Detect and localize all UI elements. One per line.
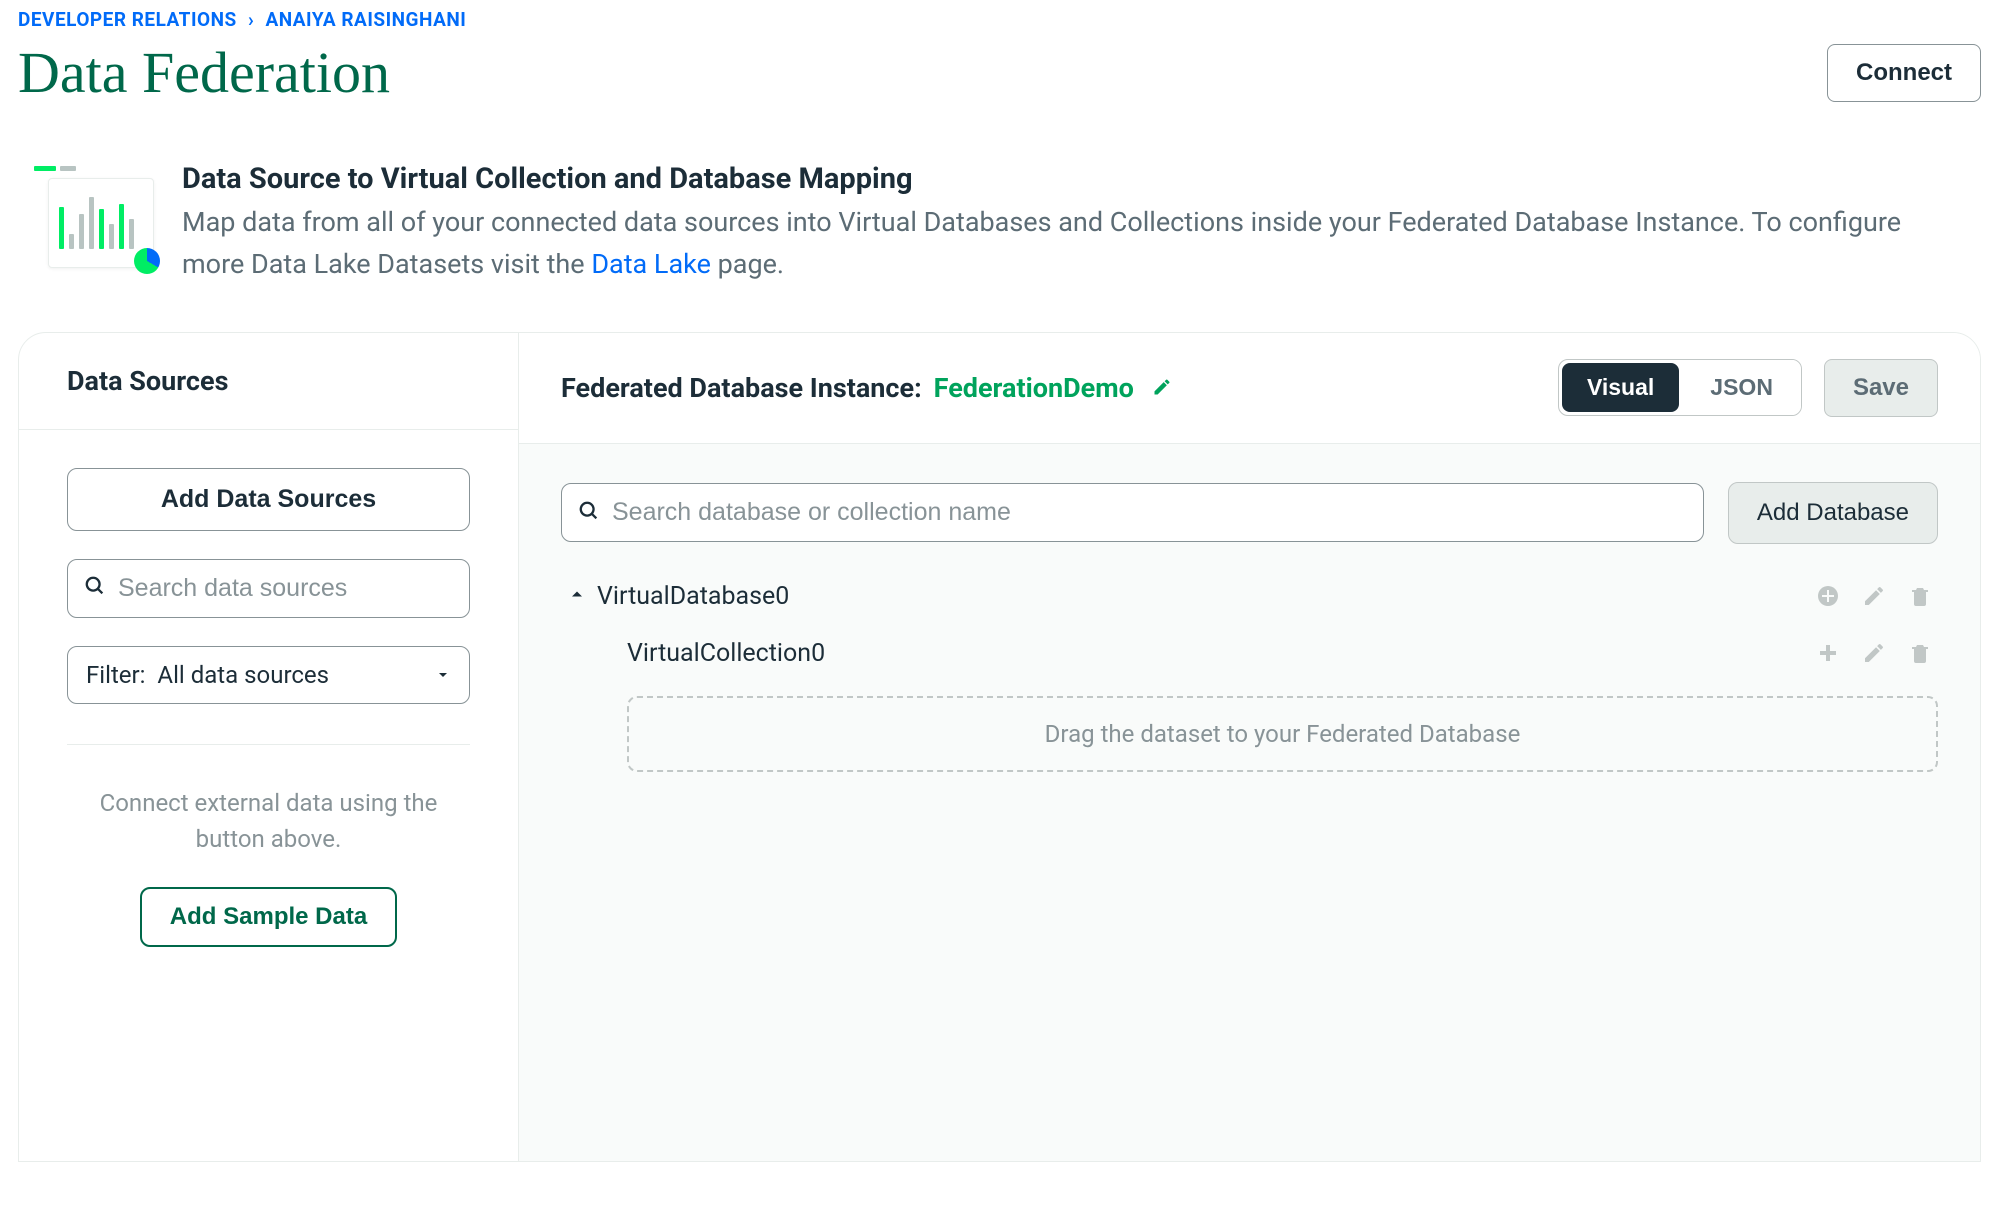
tab-json[interactable]: JSON <box>1682 360 1801 415</box>
search-icon <box>578 500 600 526</box>
caret-down-icon <box>435 661 451 689</box>
search-db-collection-field[interactable] <box>561 483 1704 542</box>
search-icon <box>84 575 106 601</box>
data-sources-title: Data Sources <box>67 365 470 397</box>
breadcrumb-user-link[interactable]: ANAIYA RAISINGHANI <box>265 8 466 31</box>
database-row: VirtualDatabase0 <box>561 582 1938 611</box>
search-data-sources-field[interactable] <box>67 559 470 618</box>
add-data-sources-button[interactable]: Add Data Sources <box>67 468 470 531</box>
collection-row: VirtualCollection0 <box>561 639 1938 668</box>
database-name: VirtualDatabase0 <box>597 582 789 611</box>
breadcrumb-separator: › <box>248 8 254 31</box>
dataset-dropzone[interactable]: Drag the dataset to your Federated Datab… <box>627 696 1938 772</box>
delete-database-button[interactable] <box>1908 584 1932 608</box>
edit-database-button[interactable] <box>1862 584 1886 608</box>
delete-collection-button[interactable] <box>1908 641 1932 665</box>
collection-name: VirtualCollection0 <box>627 639 825 668</box>
main-panel: Data Sources Add Data Sources Filter: Al… <box>18 332 1981 1162</box>
description-body: Map data from all of your connected data… <box>182 202 1902 286</box>
filter-value: All data sources <box>157 661 329 689</box>
chevron-up-icon[interactable] <box>567 582 587 611</box>
view-toggle: Visual JSON <box>1558 359 1802 416</box>
filter-select[interactable]: Filter: All data sources <box>67 646 470 704</box>
search-db-collection-input[interactable] <box>612 498 1687 527</box>
page-title: Data Federation <box>18 39 390 106</box>
search-data-sources-input[interactable] <box>118 574 453 603</box>
save-button[interactable]: Save <box>1824 359 1938 417</box>
add-sample-data-button[interactable]: Add Sample Data <box>140 887 397 947</box>
edit-collection-button[interactable] <box>1862 641 1886 665</box>
filter-label: Filter: <box>86 661 145 689</box>
breadcrumb-org-link[interactable]: DEVELOPER RELATIONS <box>18 8 237 31</box>
add-collection-button[interactable] <box>1816 584 1840 608</box>
hero-chart-icon <box>34 168 154 268</box>
fdi-name: FederationDemo <box>934 372 1134 404</box>
add-database-button[interactable]: Add Database <box>1728 482 1938 544</box>
breadcrumb: DEVELOPER RELATIONS › ANAIYA RAISINGHANI <box>18 8 1981 31</box>
fdi-label: Federated Database Instance: <box>561 372 922 404</box>
tab-visual[interactable]: Visual <box>1562 363 1679 412</box>
connect-hint-text: Connect external data using the button a… <box>67 785 470 857</box>
description-heading: Data Source to Virtual Collection and Da… <box>182 162 1902 196</box>
data-lake-link[interactable]: Data Lake <box>591 248 711 280</box>
add-to-collection-button[interactable] <box>1816 641 1840 665</box>
edit-name-button[interactable] <box>1152 377 1172 397</box>
connect-button[interactable]: Connect <box>1827 44 1981 102</box>
